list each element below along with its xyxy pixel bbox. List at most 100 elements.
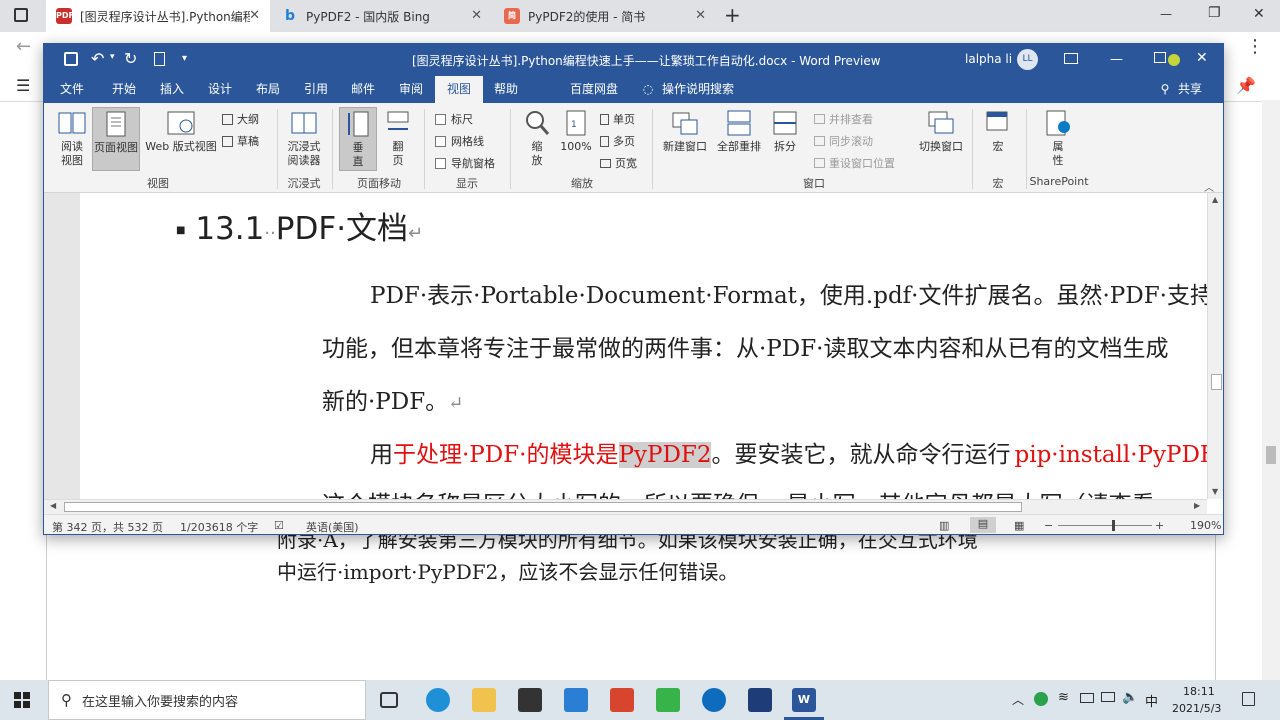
wechat-icon[interactable]	[656, 688, 680, 712]
pin-icon[interactable]: 📌	[1236, 76, 1256, 95]
scroll-thumb[interactable]	[1211, 374, 1222, 390]
scroll-thumb[interactable]	[64, 502, 1022, 512]
zoom-level[interactable]: 190%	[1190, 519, 1221, 532]
file-explorer-icon[interactable]	[472, 688, 496, 712]
nav-pane-checkbox[interactable]: 导航窗格	[435, 155, 495, 171]
draft-button[interactable]: 草稿	[222, 133, 259, 149]
vertical-button[interactable]: 垂 直	[339, 107, 377, 171]
word-count[interactable]: 1/203618 个字	[180, 519, 258, 534]
print-layout-view-icon[interactable]: ▤	[970, 517, 996, 533]
proofing-icon[interactable]: ☑	[274, 519, 284, 532]
scroll-down-icon[interactable]: ▼	[1212, 487, 1218, 496]
vertical-scrollbar[interactable]: ▲ ▼	[1207, 193, 1223, 499]
notification-icon[interactable]	[1242, 692, 1255, 706]
new-tab-button[interactable]: +	[724, 3, 741, 27]
tab-file[interactable]: 文件	[54, 76, 90, 103]
read-mode-button[interactable]: 阅读 视图	[54, 109, 90, 168]
side-to-side-button[interactable]: 翻 页	[382, 109, 414, 168]
background-scrollbar[interactable]	[1262, 100, 1280, 680]
tray-chevron-icon[interactable]: ︿	[1012, 691, 1024, 708]
tab-mailings[interactable]: 邮件	[345, 76, 381, 103]
print-layout-button[interactable]: 页面视图	[92, 107, 140, 171]
back-icon[interactable]: ←	[16, 36, 31, 57]
close-tab-icon[interactable]: ✕	[471, 8, 482, 23]
multi-page-button[interactable]: 多页	[600, 133, 635, 149]
ribbon-display-icon[interactable]	[1064, 53, 1078, 64]
powershell-icon[interactable]	[748, 688, 772, 712]
zoom-in-button[interactable]: +	[1155, 519, 1164, 532]
word-maximize-button[interactable]	[1154, 52, 1166, 63]
lightbulb-icon[interactable]: ◌	[640, 76, 656, 103]
battery-icon[interactable]	[1080, 693, 1094, 703]
scroll-right-icon[interactable]: ▶	[1194, 501, 1200, 510]
qat-more-icon[interactable]: ▾	[182, 53, 187, 64]
media-app-icon[interactable]	[610, 688, 634, 712]
browser-tab-jianshu[interactable]: 简 PyPDF2的使用 - 简书 ✕	[494, 0, 716, 32]
arrange-all-button[interactable]: 全部重排	[712, 109, 766, 154]
tab-references[interactable]: 引用	[298, 76, 334, 103]
user-name[interactable]: lalpha li	[965, 52, 1012, 66]
macros-button[interactable]: 宏	[980, 109, 1016, 154]
word-close-button[interactable]: ✕	[1196, 50, 1208, 66]
zoom-out-button[interactable]: −	[1044, 519, 1053, 532]
save-icon[interactable]	[64, 52, 78, 66]
close-tab-icon[interactable]: ✕	[695, 8, 706, 23]
clock-date[interactable]: 2021/5/3	[1172, 702, 1221, 715]
task-view-icon[interactable]	[380, 692, 398, 708]
scroll-thumb[interactable]	[1266, 446, 1276, 464]
gridlines-checkbox-box[interactable]	[435, 135, 446, 147]
scroll-left-icon[interactable]: ◀	[50, 501, 56, 510]
zoom-slider-thumb[interactable]	[1112, 520, 1115, 531]
redo-icon[interactable]: ↻	[124, 49, 137, 68]
document-page[interactable]: ■ 13.1··PDF·文档↵ PDF·表示·Portable·Document…	[80, 193, 1208, 499]
undo-icon[interactable]: ↶	[91, 49, 104, 68]
switch-windows-button[interactable]: 切换窗口	[914, 109, 968, 154]
immersive-reader-button[interactable]: 沉浸式 阅读器	[282, 109, 326, 168]
reset-window-position-button[interactable]: 重设窗口位置	[814, 155, 895, 171]
web-layout-view-icon[interactable]: ▦	[1014, 519, 1024, 532]
network-icon[interactable]: ≋	[1058, 690, 1069, 705]
web-layout-button[interactable]: Web 版式视图	[142, 109, 220, 154]
nav-pane-checkbox-box[interactable]	[435, 157, 446, 169]
tab-help[interactable]: 帮助	[488, 76, 524, 103]
volume-icon[interactable]: 🔈	[1122, 690, 1138, 705]
read-mode-view-icon[interactable]: ▥	[939, 519, 949, 532]
new-window-button[interactable]: 新建窗口	[658, 109, 712, 154]
properties-button[interactable]: 属 性	[1040, 109, 1076, 168]
ruler-checkbox-box[interactable]	[435, 113, 446, 125]
tab-tell-me[interactable]: 操作说明搜索	[662, 76, 734, 103]
tab-layout[interactable]: 布局	[250, 76, 286, 103]
ime-indicator[interactable]: 中	[1145, 691, 1158, 710]
qat-dropdown-icon[interactable]: ▾	[110, 52, 115, 62]
tab-design[interactable]: 设计	[202, 76, 238, 103]
share-button[interactable]: 共享	[1174, 76, 1206, 103]
browser-tab-bing[interactable]: b PyPDF2 - 国内版 Bing ✕	[272, 0, 492, 32]
view-side-by-side-button[interactable]: 并排查看	[814, 111, 873, 127]
language[interactable]: 英语(美国)	[306, 519, 359, 534]
word-minimize-button[interactable]: —	[1110, 52, 1123, 67]
share-icon[interactable]: ⚲	[1158, 76, 1172, 103]
avatar[interactable]: LL	[1017, 49, 1038, 70]
list-icon[interactable]: ☰	[16, 76, 30, 95]
ruler-checkbox[interactable]: 标尺	[435, 111, 473, 127]
one-page-button[interactable]: 单页	[600, 111, 635, 127]
close-tab-icon[interactable]: ✕	[249, 8, 260, 23]
word-taskbar-icon[interactable]: W	[792, 688, 816, 712]
new-doc-icon[interactable]	[154, 52, 165, 66]
browser-app-icon[interactable]	[14, 8, 28, 22]
browser-minimize-button[interactable]: —	[1160, 7, 1172, 21]
browser-tab-pdf[interactable]: PDF [图灵程序设计丛书].Python编程 ✕	[46, 0, 270, 32]
mail-icon[interactable]	[564, 688, 588, 712]
cortana-icon[interactable]	[702, 688, 726, 712]
page-count[interactable]: 第 342 页，共 532 页	[52, 519, 163, 534]
tab-review[interactable]: 审阅	[393, 76, 429, 103]
scroll-up-icon[interactable]: ▲	[1212, 195, 1218, 204]
browser-menu-icon[interactable]: ⋮	[1246, 36, 1264, 57]
store-icon[interactable]	[518, 688, 542, 712]
sync-scroll-button[interactable]: 同步滚动	[814, 133, 873, 149]
zoom-slider[interactable]	[1058, 525, 1152, 526]
page-width-button[interactable]: 页宽	[600, 155, 637, 171]
tray-app-icon[interactable]	[1034, 692, 1048, 706]
outline-button[interactable]: 大纲	[222, 111, 259, 127]
zoom-100-button[interactable]: 1 100%	[558, 109, 594, 154]
